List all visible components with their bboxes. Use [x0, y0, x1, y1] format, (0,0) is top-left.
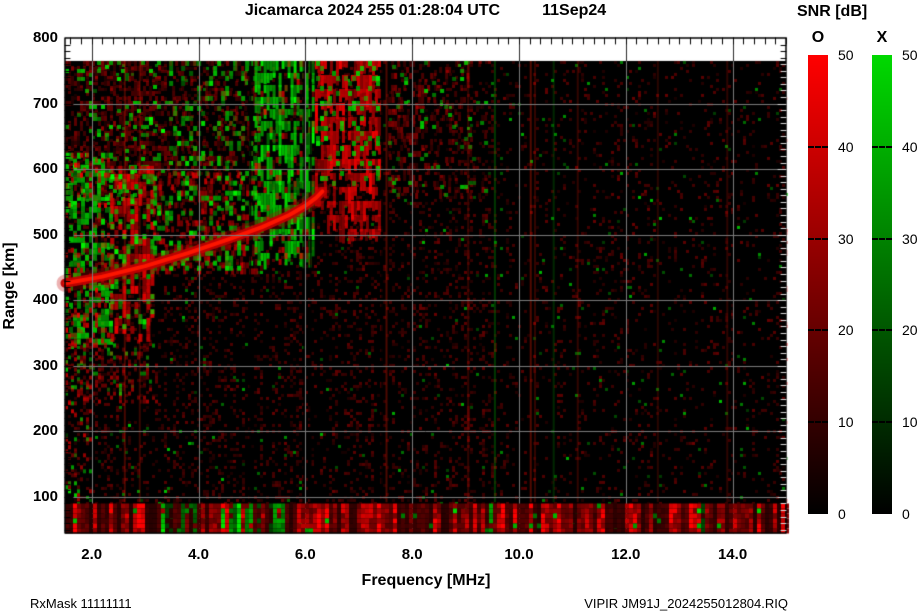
y-tick-label: 200 [32, 422, 58, 440]
ionogram-plot [0, 0, 922, 614]
colorbar-tick-label: 50 [902, 47, 918, 63]
colorbar-dash-tick [872, 237, 892, 240]
colorbar-tick-label: 20 [902, 322, 918, 339]
y-tick-label: 700 [32, 94, 58, 112]
y-tick-label: 100 [32, 487, 58, 505]
x-tick-label: 6.0 [294, 546, 316, 563]
colorbar-dash-tick [808, 329, 828, 332]
colorbar-x-label: X [876, 29, 888, 46]
y-tick-label: 600 [32, 160, 58, 178]
colorbar-tick-label: 40 [838, 138, 854, 155]
x-tick-label: 12.0 [611, 546, 641, 563]
colorbar-tick-label: 30 [838, 230, 854, 247]
colorbar-tick-label: 0 [902, 506, 910, 522]
colorbar-tick-label: 30 [902, 230, 918, 247]
x-tick-label: 10.0 [504, 546, 534, 563]
y-tick-label: 500 [32, 225, 58, 243]
x-tick-label: 8.0 [401, 546, 423, 563]
colorbar-tick-label: 40 [902, 138, 918, 155]
colorbar-title: SNR [dB] [797, 3, 868, 20]
colorbar-dash-tick [808, 421, 828, 424]
colorbar-tick-label: 10 [902, 414, 918, 431]
colorbar-x [872, 55, 892, 514]
y-tick-label: 800 [32, 29, 58, 46]
x-tick-label: 4.0 [188, 546, 209, 563]
data-file-text: VIPIR JM91J_2024255012804.RIQ [584, 596, 788, 611]
colorbar-dash-tick [808, 145, 828, 148]
page-title: Jicamarca 2024 255 01:28:04 UTC 11Sep24 [65, 2, 786, 20]
colorbar-tick-label: 50 [838, 47, 854, 63]
colorbar-tick-label: 0 [838, 506, 846, 522]
x-tick-label: 14.0 [717, 546, 748, 563]
colorbar-o-label: O [811, 29, 825, 46]
colorbar-dash-tick [872, 145, 892, 148]
colorbar-o [808, 55, 828, 514]
y-tick-label: 300 [32, 356, 58, 374]
title-date: 11Sep24 [542, 2, 607, 19]
colorbar-dash-tick [872, 421, 892, 424]
y-tick-label: 400 [32, 291, 58, 309]
colorbar-tick-label: 20 [838, 322, 854, 339]
title-main: Jicamarca 2024 255 01:28:04 UTC [244, 2, 501, 19]
rxmask-text: RxMask 11111111 [30, 596, 132, 611]
x-axis-label: Frequency [MHz] [361, 572, 491, 589]
colorbar-dash-tick [808, 237, 828, 240]
ionogram-figure: Jicamarca 2024 255 01:28:04 UTC 11Sep24 R… [0, 0, 922, 614]
colorbar-tick-label: 10 [838, 414, 854, 431]
x-tick-label: 2.0 [81, 546, 103, 563]
y-axis-label: Range [km] [1, 242, 18, 330]
colorbar-dash-tick [872, 329, 892, 332]
